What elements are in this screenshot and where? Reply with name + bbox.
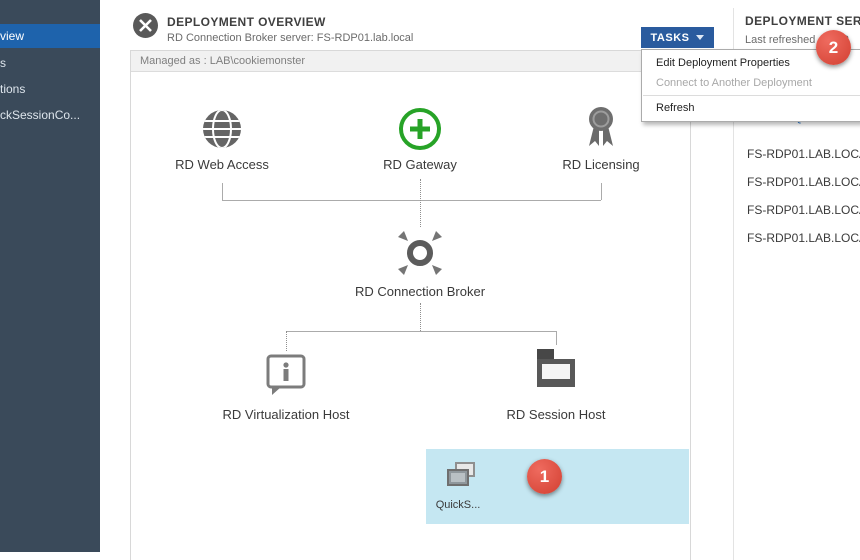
server-row[interactable]: FS-RDP01.LAB.LOCAL	[747, 231, 860, 245]
connector-line	[222, 183, 223, 200]
tasks-button[interactable]: TASKS	[641, 27, 714, 48]
sidebar-item-overview[interactable]: view	[0, 24, 100, 48]
sidebar-item-collections-label: tions	[0, 82, 25, 96]
tasks-button-label: TASKS	[651, 32, 690, 44]
managed-as-bar: Managed as : LAB\cookiemonster	[131, 51, 688, 72]
rd-licensing-node[interactable]	[579, 104, 623, 155]
rd-session-host-label[interactable]: RD Session Host	[507, 407, 606, 422]
annotation-step-1-badge: 1	[527, 459, 562, 494]
deployment-overview-icon	[132, 12, 159, 39]
server-row[interactable]: FS-RDP01.LAB.LOCAL	[747, 175, 860, 189]
servers-panel-title: DEPLOYMENT SERVERS	[745, 14, 860, 28]
sidebar-item-collections[interactable]: tions	[0, 78, 100, 101]
info-bubble-icon	[263, 384, 309, 401]
rds-sidebar: view s tions ckSessionCo...	[0, 0, 100, 552]
server-row[interactable]: FS-RDP01.LAB.LOCAL	[747, 203, 860, 217]
connector-line-dotted	[420, 303, 421, 331]
server-manager-rds-screen: view s tions ckSessionCo... DEPLOYMENT O…	[0, 0, 860, 560]
menu-item-refresh[interactable]: Refresh	[642, 98, 860, 118]
annotation-step-2-badge: 2	[816, 30, 851, 65]
connector-line-dotted	[286, 331, 287, 351]
rd-licensing-label[interactable]: RD Licensing	[562, 157, 639, 172]
sidebar-item-quicksessioncollection[interactable]: ckSessionCo...	[0, 104, 100, 127]
sidebar-item-overview-label: view	[0, 29, 24, 43]
quick-session-collection-label: QuickS...	[427, 499, 489, 511]
rd-web-access-node[interactable]	[199, 106, 245, 157]
connector-line	[556, 331, 557, 345]
gateway-plus-icon	[396, 140, 444, 157]
sidebar-item-quicksessioncollection-label: ckSessionCo...	[0, 108, 80, 122]
connection-broker-icon	[394, 266, 446, 283]
menu-item-connect-to-another-deployment: Connect to Another Deployment	[642, 73, 860, 93]
rd-web-access-label[interactable]: RD Web Access	[175, 157, 269, 172]
monitors-icon	[444, 461, 480, 498]
rd-virtualization-host-label[interactable]: RD Virtualization Host	[223, 407, 350, 422]
overview-tile-title: DEPLOYMENT OVERVIEW	[167, 15, 326, 29]
menu-separator	[643, 95, 860, 96]
certificate-ribbon-icon	[579, 137, 623, 154]
connector-line	[222, 200, 601, 201]
rd-connection-broker-node[interactable]	[394, 227, 446, 284]
sidebar-item-servers[interactable]: s	[0, 52, 100, 75]
rd-session-host-node[interactable]	[531, 345, 581, 404]
connector-line	[286, 331, 556, 332]
server-row[interactable]: FS-RDP01.LAB.LOCAL	[747, 147, 860, 161]
rd-connection-broker-label[interactable]: RD Connection Broker	[355, 284, 485, 299]
sidebar-item-servers-label: s	[0, 56, 6, 70]
rd-gateway-node[interactable]	[396, 105, 444, 158]
connector-line	[601, 183, 602, 200]
overview-tile-subtitle: RD Connection Broker server: FS-RDP01.la…	[167, 32, 413, 44]
rd-gateway-label[interactable]: RD Gateway	[383, 157, 457, 172]
rd-virtualization-host-node[interactable]	[263, 351, 309, 402]
connector-line-dotted	[420, 179, 421, 227]
globe-icon	[199, 139, 245, 156]
session-host-icon	[531, 386, 581, 403]
chevron-down-icon	[696, 35, 704, 40]
